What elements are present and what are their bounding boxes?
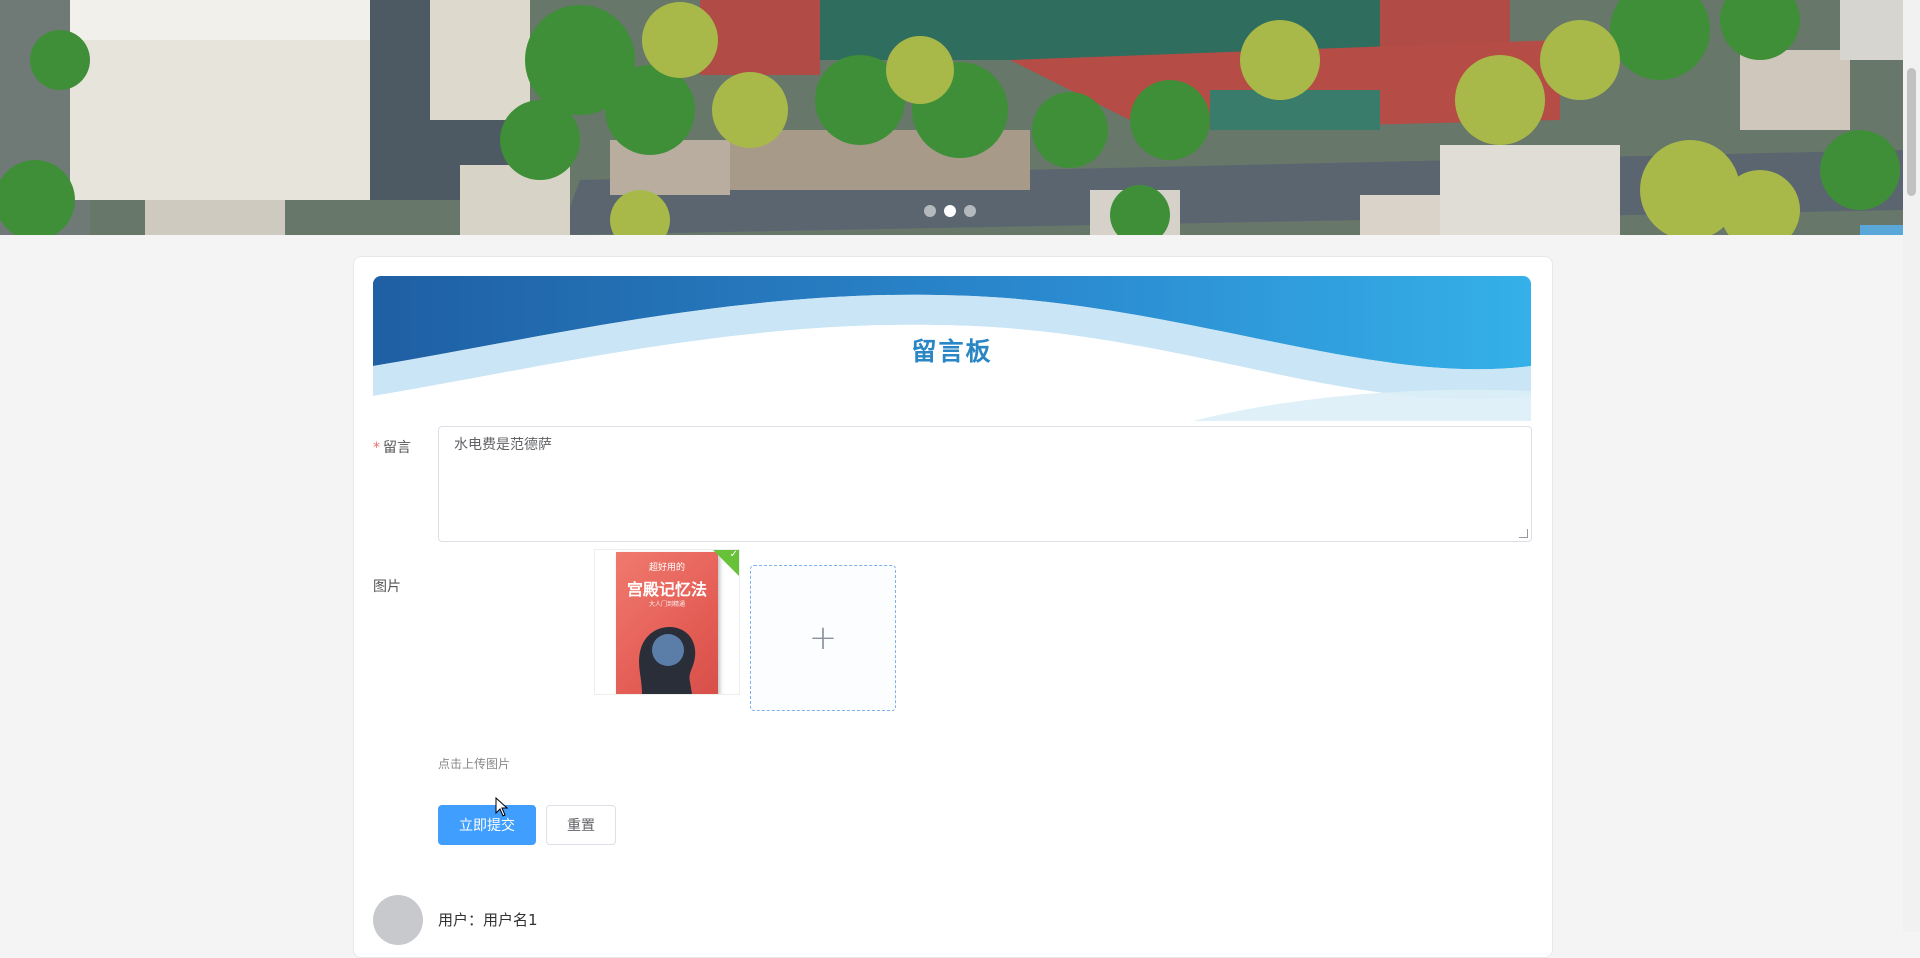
comment-user: 用户：用户名1 [438,911,538,929]
message-label: * 留言 [373,437,411,457]
book-title: 宫殿记忆法 [626,580,707,599]
mouse-cursor-icon [495,797,509,817]
resize-handle[interactable] [1519,529,1528,538]
required-mark: * [373,440,380,456]
message-value: 水电费是范德萨 [454,437,552,453]
carousel-indicators [924,205,976,217]
reset-button[interactable]: 重置 [546,805,616,845]
image-upload-button[interactable]: + [750,565,896,711]
book-cover-image: 超好用的 宫殿记忆法 大人门到精通 [616,552,718,694]
book-tagline: 大人门到精通 [648,601,685,608]
page-scrollbar[interactable] [1903,0,1920,932]
carousel-dot[interactable] [924,205,936,217]
avatar [373,895,423,945]
carousel-banner [0,0,1903,235]
carousel-dot[interactable] [944,205,956,217]
upload-hint: 点击上传图片 [438,757,511,771]
image-label: 图片 [373,579,401,595]
book-subtitle: 超好用的 [648,563,685,573]
head-silhouette-icon [639,627,696,694]
message-board-card: 留言板 * 留言 水电费是范德萨 图片 超好用的 宫殿记忆法 大人门到精通 ✓ +… [353,256,1553,958]
board-title: 留言板 [911,337,993,366]
message-label-text: 留言 [383,440,411,456]
board-header: 留言板 [373,276,1531,421]
submit-button[interactable]: 立即提交 [438,805,536,845]
check-icon: ✓ [729,549,738,560]
uploaded-image-thumbnail[interactable]: 超好用的 宫殿记忆法 大人门到精通 ✓ [594,549,740,695]
carousel-dot[interactable] [964,205,976,217]
message-textarea[interactable]: 水电费是范德萨 [438,426,1532,542]
campus-aerial-photo [0,0,1903,235]
scrollbar-thumb[interactable] [1907,68,1916,196]
plus-icon: + [808,618,838,658]
